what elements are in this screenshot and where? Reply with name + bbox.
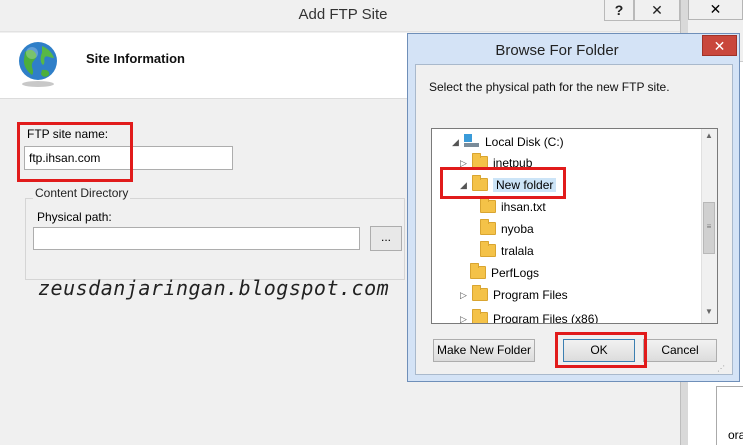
folder-icon bbox=[480, 219, 496, 235]
folder-icon bbox=[472, 285, 488, 301]
globe-icon bbox=[19, 42, 57, 87]
tree-item-label: tralala bbox=[501, 244, 534, 258]
tree-item-tralala[interactable]: tralala bbox=[480, 241, 534, 261]
main-window-title: Add FTP Site bbox=[298, 6, 388, 23]
browse-close-button[interactable]: ✕ bbox=[702, 35, 737, 56]
page-heading: Site Information bbox=[86, 51, 185, 66]
collapse-arrow-icon[interactable]: ◢ bbox=[452, 132, 464, 152]
annotation-highlight-ok bbox=[555, 332, 647, 368]
folder-icon bbox=[472, 309, 488, 323]
scroll-down-icon[interactable]: ▼ bbox=[701, 307, 717, 321]
watermark-text: zeusdanjaringan.blogspot.com bbox=[38, 276, 390, 300]
expand-arrow-icon[interactable]: ▷ bbox=[460, 285, 472, 305]
tree-item-ihsan-txt[interactable]: ihsan.txt bbox=[480, 197, 546, 217]
scroll-up-icon[interactable]: ▲ bbox=[701, 131, 717, 145]
tree-item-perflogs[interactable]: PerfLogs bbox=[470, 263, 539, 283]
background-clipped-text: ora bbox=[728, 428, 743, 442]
tree-item-local-disk[interactable]: ◢ Local Disk (C:) bbox=[452, 132, 564, 152]
folder-icon bbox=[470, 263, 486, 279]
make-new-folder-button[interactable]: Make New Folder bbox=[433, 339, 535, 362]
browse-description: Select the physical path for the new FTP… bbox=[429, 80, 670, 94]
physical-path-label: Physical path: bbox=[37, 210, 112, 224]
tree-item-label: ihsan.txt bbox=[501, 200, 546, 214]
physical-path-input[interactable] bbox=[33, 227, 360, 250]
help-button[interactable]: ? bbox=[604, 0, 634, 21]
browse-dialog-title: Browse For Folder bbox=[495, 42, 619, 59]
resize-grip-icon[interactable]: ⋰ bbox=[717, 364, 725, 373]
folder-icon bbox=[480, 241, 496, 257]
folder-icon bbox=[480, 197, 496, 213]
tree-item-program-files-x86[interactable]: ▷ Program Files (x86) bbox=[460, 309, 599, 324]
annotation-highlight-new-folder bbox=[440, 167, 566, 199]
folder-tree[interactable]: ◢ Local Disk (C:) ▷ inetpub ◢ New folder ih… bbox=[431, 128, 718, 324]
browse-button[interactable]: ... bbox=[370, 226, 402, 251]
tree-item-program-files[interactable]: ▷ Program Files bbox=[460, 285, 568, 305]
drive-icon bbox=[464, 134, 480, 148]
tree-item-label: PerfLogs bbox=[491, 266, 540, 280]
tree-item-label: Program Files (x86) bbox=[493, 312, 599, 324]
annotation-highlight-name bbox=[17, 122, 133, 182]
tree-item-label: Local Disk (C:) bbox=[485, 135, 564, 149]
main-titlebar: Add FTP Site bbox=[0, 0, 680, 32]
content-directory-legend: Content Directory bbox=[33, 186, 131, 200]
tree-item-label: Program Files bbox=[493, 288, 568, 302]
main-close-button[interactable]: ✕ bbox=[634, 0, 680, 21]
expand-arrow-icon[interactable]: ▷ bbox=[460, 309, 472, 323]
tree-item-label: nyoba bbox=[501, 222, 534, 236]
background-close-button[interactable]: ✕ bbox=[688, 0, 743, 20]
cancel-button[interactable]: Cancel bbox=[643, 339, 717, 362]
tree-item-nyoba[interactable]: nyoba bbox=[480, 219, 534, 239]
scroll-thumb[interactable]: ≡ bbox=[703, 202, 715, 254]
